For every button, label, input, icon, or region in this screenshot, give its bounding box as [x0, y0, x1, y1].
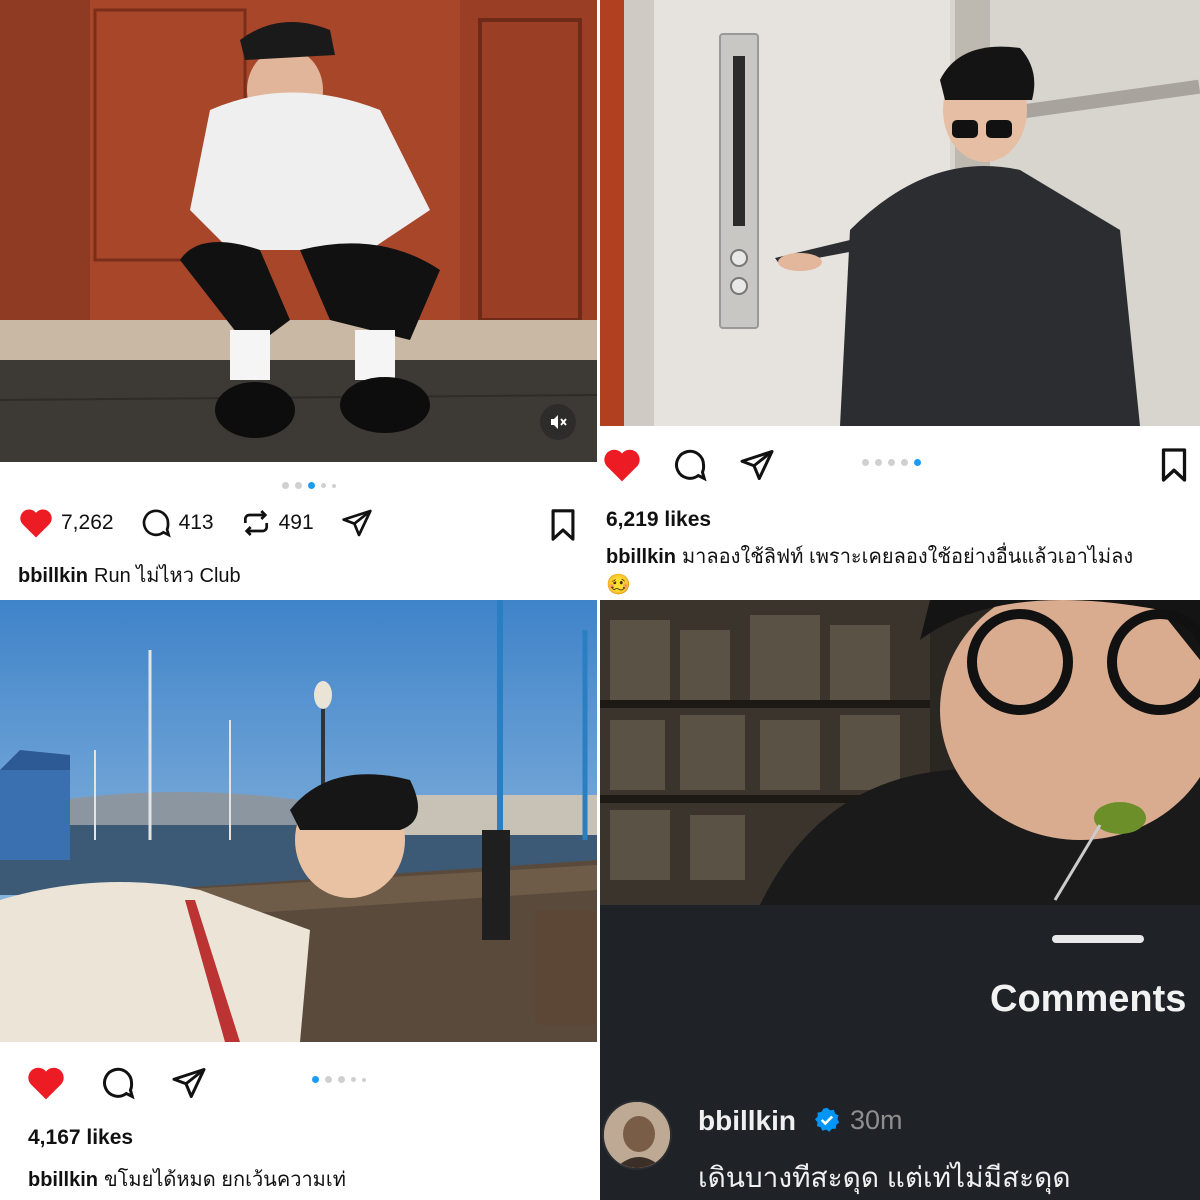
- carousel-indicator: [312, 1076, 366, 1083]
- action-bar: [26, 1065, 208, 1101]
- post-photo[interactable]: [0, 600, 597, 1042]
- action-bar: [602, 447, 776, 483]
- share-icon: [170, 1065, 208, 1101]
- likes-count[interactable]: 6,219 likes: [606, 508, 711, 532]
- carousel-dot-active: [308, 482, 315, 489]
- carousel-dot: [888, 459, 895, 466]
- post-photo[interactable]: [0, 0, 597, 462]
- carousel-dot: [362, 1077, 366, 1082]
- caption-text: มาลองใช้ลิฟท์ เพราะเคยลองใช้อย่างอื่นแล้…: [682, 546, 1134, 568]
- post-run-club: 7,262 413 491 bbillkin Run ไม่ไหว Club: [0, 0, 597, 600]
- share-icon: [738, 447, 776, 483]
- bookmark-icon: [1158, 447, 1190, 483]
- heart-icon: [602, 447, 642, 483]
- action-bar: 7,262 413 491: [18, 507, 374, 539]
- carousel-dot: [901, 459, 908, 466]
- caption-username[interactable]: bbillkin: [18, 565, 88, 587]
- post-caption: bbillkin มาลองใช้ลิฟท์ เพราะเคยลองใช้อย่า…: [606, 543, 1196, 599]
- share-button[interactable]: [170, 1065, 208, 1101]
- post-pier: 4,167 likes bbillkin ขโมยได้หมด ยกเว้นควา…: [0, 600, 597, 1200]
- post-photo[interactable]: [600, 0, 1200, 426]
- heart-icon: [18, 507, 54, 539]
- carousel-dot: [338, 1076, 345, 1083]
- avatar[interactable]: [602, 1100, 672, 1170]
- video-frame[interactable]: [600, 600, 1200, 905]
- comments-title: Comments: [990, 978, 1187, 1020]
- comment-text: เดินบางทีสะดุด แต่เท่ไม่มีสะดุด: [698, 1162, 1071, 1193]
- repost-icon: [240, 507, 272, 539]
- carousel-indicator: [282, 482, 336, 489]
- mute-icon: [548, 412, 568, 432]
- caption-text: ขโมยได้หมด ยกเว้นความเท่: [104, 1169, 346, 1191]
- carousel-dot-active: [312, 1076, 319, 1083]
- comment-button[interactable]: [100, 1065, 136, 1101]
- caption-username[interactable]: bbillkin: [606, 546, 676, 568]
- comment-icon: [100, 1065, 136, 1101]
- caption-text: Run ไม่ไหว Club: [94, 565, 241, 587]
- comments-screenshot: Comments bbillkin 30m เดินบางทีสะดุด แต่…: [600, 600, 1200, 1200]
- repost-button[interactable]: 491: [240, 507, 314, 539]
- carousel-dot: [875, 459, 882, 466]
- comment-button[interactable]: 413: [140, 507, 214, 539]
- repost-count: 491: [278, 511, 314, 534]
- sheet-drag-handle[interactable]: [1052, 935, 1144, 943]
- comment-button[interactable]: [672, 447, 708, 483]
- like-button[interactable]: [602, 447, 642, 483]
- share-button[interactable]: [738, 447, 776, 483]
- share-icon: [340, 507, 374, 539]
- post-caption: bbillkin Run ไม่ไหว Club: [18, 562, 241, 590]
- comment-icon: [140, 507, 172, 539]
- post-elevator: 6,219 likes bbillkin มาลองใช้ลิฟท์ เพราะเ…: [600, 0, 1200, 600]
- carousel-indicator: [862, 459, 921, 466]
- bookmark-icon: [548, 508, 578, 542]
- save-button[interactable]: [548, 508, 578, 542]
- like-button[interactable]: [26, 1065, 66, 1101]
- carousel-dot: [321, 483, 326, 488]
- carousel-dot: [282, 482, 289, 489]
- post-caption: bbillkin ขโมยได้หมด ยกเว้นความเท่: [28, 1166, 346, 1194]
- comment-count: 413: [178, 511, 214, 534]
- carousel-dot: [332, 483, 336, 488]
- heart-icon: [26, 1065, 66, 1101]
- save-button[interactable]: [1158, 447, 1190, 483]
- like-button[interactable]: 7,262: [18, 507, 114, 539]
- mute-button[interactable]: [540, 404, 576, 440]
- comment-username[interactable]: bbillkin: [698, 1105, 796, 1137]
- carousel-dot-active: [914, 459, 921, 466]
- likes-count[interactable]: 4,167 likes: [28, 1126, 133, 1150]
- share-button[interactable]: [340, 507, 374, 539]
- verified-icon: [813, 1106, 841, 1134]
- carousel-dot: [351, 1077, 356, 1082]
- caption-emoji: 🥴: [606, 574, 631, 596]
- carousel-dot: [295, 482, 302, 489]
- comment-time: 30m: [850, 1105, 903, 1135]
- caption-username[interactable]: bbillkin: [28, 1169, 98, 1191]
- comment-icon: [672, 447, 708, 483]
- carousel-dot: [862, 459, 869, 466]
- like-count: 7,262: [61, 511, 114, 534]
- carousel-dot: [325, 1076, 332, 1083]
